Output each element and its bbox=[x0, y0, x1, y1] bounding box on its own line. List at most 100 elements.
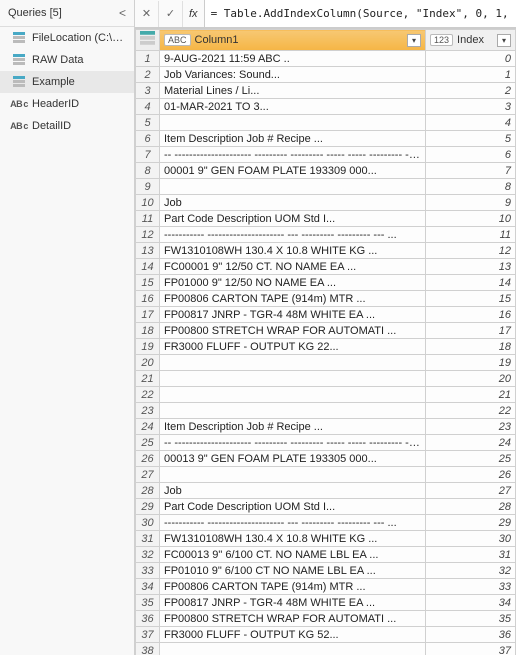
row-number[interactable]: 30 bbox=[136, 515, 160, 531]
cell-column1[interactable]: FP01010 9" 6/100 CT NO NAME LBL EA ... bbox=[160, 563, 426, 579]
table-row[interactable]: 31 FW1310108WH 130.4 X 10.8 WHITE KG ...… bbox=[136, 531, 516, 547]
cell-column1[interactable]: FW1310108WH 130.4 X 10.8 WHITE KG ... bbox=[160, 243, 426, 259]
table-row[interactable]: 2 Job Variances: Sound...1 bbox=[136, 67, 516, 83]
cell-column1[interactable]: Part Code Description UOM Std I... bbox=[160, 211, 426, 227]
cell-index[interactable]: 6 bbox=[426, 147, 516, 163]
cell-index[interactable]: 1 bbox=[426, 67, 516, 83]
formula-input[interactable] bbox=[205, 0, 516, 27]
table-row[interactable]: 16 FP00806 CARTON TAPE (914m) MTR ...15 bbox=[136, 291, 516, 307]
cell-column1[interactable] bbox=[160, 371, 426, 387]
cell-column1[interactable]: ----------- --------------------- --- --… bbox=[160, 227, 426, 243]
row-number[interactable]: 7 bbox=[136, 147, 160, 163]
cell-column1[interactable]: FP01000 9" 12/50 NO NAME EA ... bbox=[160, 275, 426, 291]
row-number[interactable]: 37 bbox=[136, 627, 160, 643]
table-row[interactable]: 3 Material Lines / Li...2 bbox=[136, 83, 516, 99]
cancel-formula-icon[interactable]: ✕ bbox=[135, 1, 159, 27]
row-number[interactable]: 15 bbox=[136, 275, 160, 291]
cell-index[interactable]: 10 bbox=[426, 211, 516, 227]
cell-column1[interactable] bbox=[160, 355, 426, 371]
cell-index[interactable]: 37 bbox=[426, 643, 516, 655]
row-number[interactable]: 32 bbox=[136, 547, 160, 563]
cell-column1[interactable]: Job bbox=[160, 483, 426, 499]
table-row[interactable]: 4 01-MAR-2021 TO 3...3 bbox=[136, 99, 516, 115]
row-number[interactable]: 6 bbox=[136, 131, 160, 147]
table-row[interactable]: 800001 9" GEN FOAM PLATE 193309 000...7 bbox=[136, 163, 516, 179]
table-row[interactable]: 25-- --------------------- --------- ---… bbox=[136, 435, 516, 451]
cell-index[interactable]: 8 bbox=[426, 179, 516, 195]
table-row[interactable]: 54 bbox=[136, 115, 516, 131]
table-row[interactable]: 2322 bbox=[136, 403, 516, 419]
table-row[interactable]: 14 FC00001 9" 12/50 CT. NO NAME EA ...13 bbox=[136, 259, 516, 275]
table-corner-icon[interactable] bbox=[136, 30, 160, 51]
column1-filter-dropdown-icon[interactable]: ▾ bbox=[407, 34, 421, 47]
cell-index[interactable]: 2 bbox=[426, 83, 516, 99]
cell-column1[interactable]: FP00817 JNRP - TGR-4 48M WHITE EA ... bbox=[160, 307, 426, 323]
cell-index[interactable]: 16 bbox=[426, 307, 516, 323]
query-item[interactable]: AB cDetailID bbox=[0, 115, 134, 137]
cell-index[interactable]: 30 bbox=[426, 531, 516, 547]
row-number[interactable]: 33 bbox=[136, 563, 160, 579]
row-number[interactable]: 26 bbox=[136, 451, 160, 467]
cell-index[interactable]: 34 bbox=[426, 595, 516, 611]
row-number[interactable]: 4 bbox=[136, 99, 160, 115]
table-row[interactable]: 28 Job27 bbox=[136, 483, 516, 499]
row-number[interactable]: 29 bbox=[136, 499, 160, 515]
table-row[interactable]: 32 FC00013 9" 6/100 CT. NO NAME LBL EA .… bbox=[136, 547, 516, 563]
row-number[interactable]: 9 bbox=[136, 179, 160, 195]
cell-column1[interactable] bbox=[160, 643, 426, 655]
table-row[interactable]: 36 FP00800 STRETCH WRAP FOR AUTOMATI ...… bbox=[136, 611, 516, 627]
row-number[interactable]: 16 bbox=[136, 291, 160, 307]
row-number[interactable]: 11 bbox=[136, 211, 160, 227]
collapse-chevron-icon[interactable]: < bbox=[119, 6, 126, 20]
cell-index[interactable]: 33 bbox=[426, 579, 516, 595]
accept-formula-icon[interactable]: ✓ bbox=[159, 1, 183, 27]
table-row[interactable]: 17 FP00817 JNRP - TGR-4 48M WHITE EA ...… bbox=[136, 307, 516, 323]
index-filter-dropdown-icon[interactable]: ▾ bbox=[497, 34, 511, 47]
row-number[interactable]: 14 bbox=[136, 259, 160, 275]
row-number[interactable]: 13 bbox=[136, 243, 160, 259]
row-number[interactable]: 2 bbox=[136, 67, 160, 83]
cell-column1[interactable]: FP00800 STRETCH WRAP FOR AUTOMATI ... bbox=[160, 323, 426, 339]
table-row[interactable]: 19 FR3000 FLUFF - OUTPUT KG 22...18 bbox=[136, 339, 516, 355]
cell-index[interactable]: 0 bbox=[426, 51, 516, 67]
data-grid[interactable]: ABC Column1 ▾ 123 Index ▾ bbox=[135, 28, 516, 655]
cell-index[interactable]: 18 bbox=[426, 339, 516, 355]
table-row[interactable]: 19-AUG-2021 11:59 ABC ..0 bbox=[136, 51, 516, 67]
cell-index[interactable]: 7 bbox=[426, 163, 516, 179]
cell-column1[interactable]: 00013 9" GEN FOAM PLATE 193305 000... bbox=[160, 451, 426, 467]
cell-index[interactable]: 13 bbox=[426, 259, 516, 275]
cell-column1[interactable]: FW1310108WH 130.4 X 10.8 WHITE KG ... bbox=[160, 531, 426, 547]
cell-column1[interactable] bbox=[160, 467, 426, 483]
cell-column1[interactable]: Part Code Description UOM Std I... bbox=[160, 499, 426, 515]
cell-column1[interactable]: 00001 9" GEN FOAM PLATE 193309 000... bbox=[160, 163, 426, 179]
cell-column1[interactable]: FC00001 9" 12/50 CT. NO NAME EA ... bbox=[160, 259, 426, 275]
query-item[interactable]: AB cHeaderID bbox=[0, 93, 134, 115]
table-row[interactable]: 2221 bbox=[136, 387, 516, 403]
row-number[interactable]: 3 bbox=[136, 83, 160, 99]
cell-index[interactable]: 28 bbox=[426, 499, 516, 515]
row-number[interactable]: 10 bbox=[136, 195, 160, 211]
table-row[interactable]: 15 FP01000 9" 12/50 NO NAME EA ...14 bbox=[136, 275, 516, 291]
cell-column1[interactable]: 9-AUG-2021 11:59 ABC .. bbox=[160, 51, 426, 67]
row-number[interactable]: 34 bbox=[136, 579, 160, 595]
cell-column1[interactable]: FP00800 STRETCH WRAP FOR AUTOMATI ... bbox=[160, 611, 426, 627]
table-row[interactable]: 13 FW1310108WH 130.4 X 10.8 WHITE KG ...… bbox=[136, 243, 516, 259]
cell-index[interactable]: 31 bbox=[426, 547, 516, 563]
cell-column1[interactable] bbox=[160, 403, 426, 419]
table-row[interactable]: 6Item Description Job # Recipe ...5 bbox=[136, 131, 516, 147]
cell-index[interactable]: 12 bbox=[426, 243, 516, 259]
fx-button[interactable]: fx bbox=[183, 0, 205, 27]
table-row[interactable]: 3837 bbox=[136, 643, 516, 655]
cell-column1[interactable] bbox=[160, 387, 426, 403]
column-header-index[interactable]: 123 Index ▾ bbox=[426, 30, 516, 51]
cell-column1[interactable] bbox=[160, 179, 426, 195]
cell-index[interactable]: 19 bbox=[426, 355, 516, 371]
cell-column1[interactable]: FP00817 JNRP - TGR-4 48M WHITE EA ... bbox=[160, 595, 426, 611]
cell-column1[interactable]: -- --------------------- --------- -----… bbox=[160, 147, 426, 163]
cell-column1[interactable] bbox=[160, 115, 426, 131]
cell-index[interactable]: 22 bbox=[426, 403, 516, 419]
cell-column1[interactable]: FP00806 CARTON TAPE (914m) MTR ... bbox=[160, 579, 426, 595]
cell-column1[interactable]: 01-MAR-2021 TO 3... bbox=[160, 99, 426, 115]
cell-column1[interactable]: Job Variances: Sound... bbox=[160, 67, 426, 83]
row-number[interactable]: 18 bbox=[136, 323, 160, 339]
